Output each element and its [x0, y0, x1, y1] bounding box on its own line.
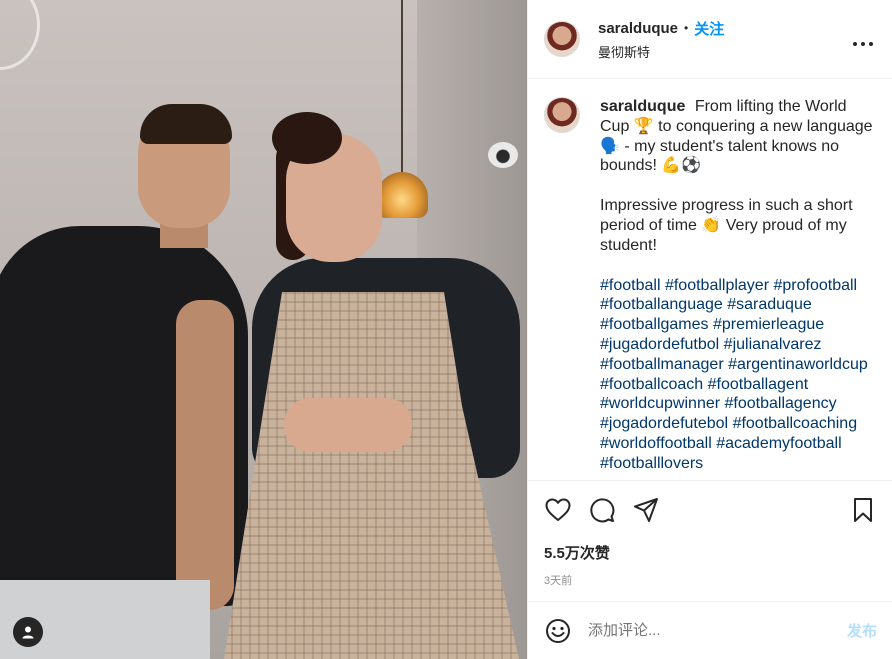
photo-lamp: [376, 172, 428, 218]
photo-woman-hands: [284, 398, 412, 452]
post-header-meta: saralduque • 关注 曼彻斯特: [598, 18, 724, 61]
separator-dot: •: [684, 21, 689, 35]
hashtag-link[interactable]: #julianalvarez: [724, 336, 822, 353]
caption-avatar[interactable]: [544, 97, 580, 133]
photo-security-camera: [488, 142, 518, 168]
photo-lamp-cord: [401, 0, 403, 180]
post-header: saralduque • 关注 曼彻斯特: [528, 0, 892, 79]
photo-woman-hair-bun: [272, 112, 342, 164]
post-header-line: saralduque • 关注: [598, 18, 724, 39]
hashtag-link[interactable]: #worldoffootball: [600, 435, 712, 452]
caption-first-paragraph: saralduque From lifting the World Cup 🏆 …: [600, 97, 875, 176]
hashtag-link[interactable]: #footballagent: [708, 376, 809, 393]
post-side-panel: saralduque • 关注 曼彻斯特 saralduque From lif…: [527, 0, 892, 659]
photo-ceiling-ring: [0, 0, 40, 70]
emoji-icon[interactable]: [544, 617, 572, 645]
hashtag-link[interactable]: #footballcoaching: [733, 415, 858, 432]
hashtag-link[interactable]: #argentinaworldcup: [728, 356, 868, 373]
location-link[interactable]: 曼彻斯特: [598, 42, 724, 61]
action-bar: 5.5万次赞 3天前: [528, 480, 892, 601]
hashtag-link[interactable]: #footballagency: [725, 395, 837, 412]
action-icons: [544, 495, 877, 525]
caption-second-paragraph: Impressive progress in such a short peri…: [600, 197, 853, 254]
avatar[interactable]: [544, 21, 580, 57]
hashtag-link[interactable]: #profootball: [773, 277, 857, 294]
hashtag-link[interactable]: #football: [600, 277, 661, 294]
more-icon[interactable]: [852, 30, 874, 53]
caption-username[interactable]: saralduque: [600, 98, 685, 115]
photo-man-arm: [176, 300, 234, 610]
share-icon[interactable]: [632, 496, 660, 524]
hashtag-link[interactable]: #footballcoach: [600, 376, 703, 393]
comment-icon[interactable]: [588, 496, 616, 524]
caption-area: saralduque From lifting the World Cup 🏆 …: [528, 79, 892, 480]
hashtag-link[interactable]: #footballanguage: [600, 296, 723, 313]
hashtag-link[interactable]: #jugadordefutbol: [600, 336, 719, 353]
hashtag-link[interactable]: #footballgames: [600, 316, 709, 333]
photo-man-hair: [140, 104, 232, 144]
hashtag-link[interactable]: #saraduque: [727, 296, 812, 313]
hashtag-link[interactable]: #worldcupwinner: [600, 395, 720, 412]
hashtag-link[interactable]: #footballlovers: [600, 455, 703, 472]
post-photo[interactable]: [0, 0, 527, 659]
tagged-user-icon[interactable]: [13, 617, 43, 647]
hashtag-link[interactable]: #academyfootball: [716, 435, 841, 452]
heart-icon[interactable]: [544, 496, 572, 524]
hashtag-link[interactable]: #footballplayer: [665, 277, 769, 294]
comment-input[interactable]: [588, 622, 847, 639]
hashtag-list: #football #footballplayer #profootball #…: [600, 276, 875, 474]
post-comment-button[interactable]: 发布: [847, 620, 877, 641]
post-timestamp[interactable]: 3天前: [544, 572, 877, 588]
bookmark-icon[interactable]: [849, 496, 877, 524]
hashtag-link[interactable]: #jogadordefutebol: [600, 415, 728, 432]
likes-count[interactable]: 5.5万次赞: [544, 542, 877, 563]
hashtag-link[interactable]: #footballmanager: [600, 356, 724, 373]
comment-bar: 发布: [528, 601, 892, 659]
follow-button[interactable]: 关注: [694, 18, 724, 39]
username-link[interactable]: saralduque: [598, 20, 678, 37]
hashtag-link[interactable]: #premierleague: [713, 316, 824, 333]
caption: saralduque From lifting the World Cup 🏆 …: [600, 97, 875, 480]
